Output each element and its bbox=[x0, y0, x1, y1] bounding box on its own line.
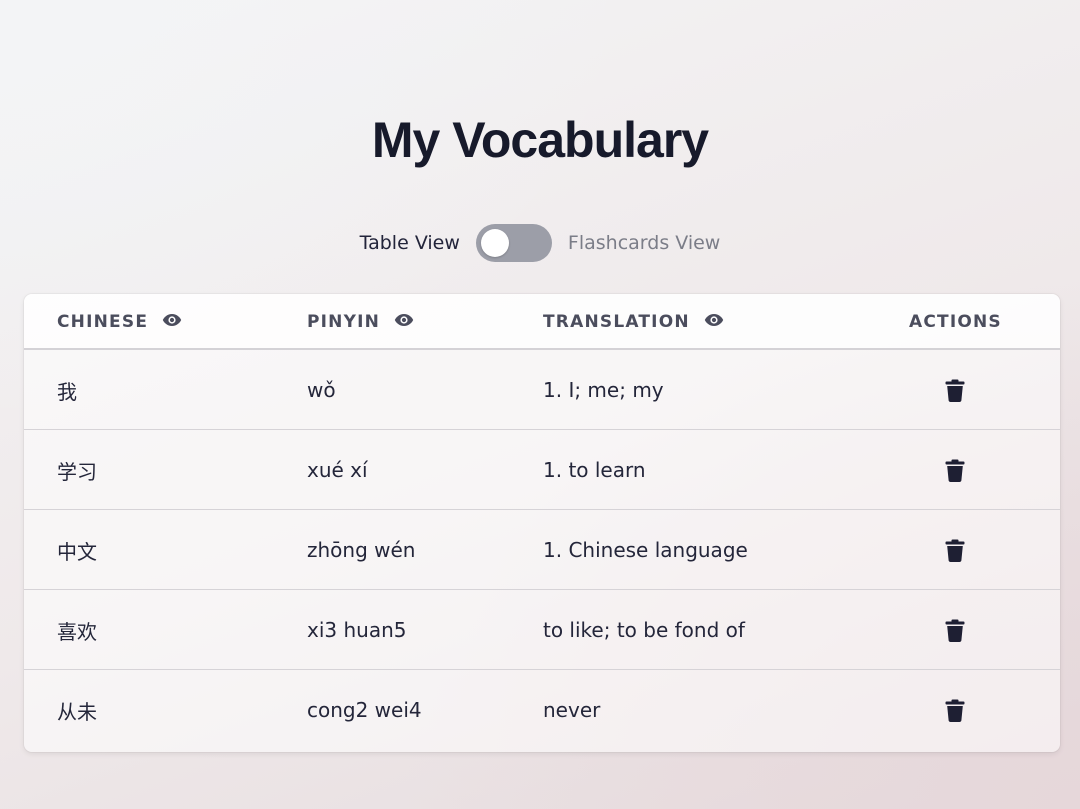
table-view-label[interactable]: Table View bbox=[360, 224, 460, 262]
table-row: 中文 zhōng wén 1. Chinese language bbox=[24, 510, 1060, 590]
pinyin-cell: wǒ bbox=[307, 378, 336, 402]
pinyin-cell: cong2 wei4 bbox=[307, 698, 422, 722]
table-row: 喜欢 xi3 huan5 to like; to be fond of bbox=[24, 590, 1060, 670]
header-pinyin: PINYIN bbox=[307, 294, 414, 350]
actions-cell bbox=[943, 350, 967, 430]
view-switch[interactable] bbox=[475, 224, 552, 262]
actions-cell bbox=[943, 670, 967, 750]
actions-cell bbox=[943, 510, 967, 590]
vocabulary-table: CHINESE PINYIN TRANSLATION ACTIONS 我 wǒ … bbox=[24, 294, 1060, 752]
header-actions-label: ACTIONS bbox=[909, 312, 1002, 332]
eye-icon[interactable] bbox=[162, 313, 182, 327]
table-row: 从未 cong2 wei4 never bbox=[24, 670, 1060, 750]
header-translation: TRANSLATION bbox=[543, 294, 724, 350]
header-chinese: CHINESE bbox=[57, 294, 182, 350]
chinese-cell: 我 bbox=[57, 379, 77, 404]
trash-icon[interactable] bbox=[945, 699, 965, 722]
pinyin-cell: zhōng wén bbox=[307, 538, 416, 562]
header-pinyin-label: PINYIN bbox=[307, 312, 381, 332]
view-toggle: Table View Flashcards View bbox=[0, 224, 1080, 262]
translation-cell: 1. Chinese language bbox=[543, 538, 748, 562]
translation-cell: 1. to learn bbox=[543, 458, 646, 482]
translation-cell: to like; to be fond of bbox=[543, 618, 745, 642]
pinyin-cell: xi3 huan5 bbox=[307, 618, 407, 642]
page-title: My Vocabulary bbox=[371, 112, 709, 168]
eye-icon[interactable] bbox=[394, 313, 414, 327]
header-translation-label: TRANSLATION bbox=[543, 312, 690, 332]
chinese-cell: 中文 bbox=[57, 539, 97, 564]
trash-icon[interactable] bbox=[945, 619, 965, 642]
actions-cell bbox=[943, 430, 967, 510]
trash-icon[interactable] bbox=[945, 459, 965, 482]
chinese-cell: 喜欢 bbox=[57, 619, 97, 644]
chinese-cell: 学习 bbox=[57, 459, 97, 484]
trash-icon[interactable] bbox=[945, 379, 965, 402]
table-body: 我 wǒ 1. I; me; my 学习 xué xí 1. to learn bbox=[24, 350, 1060, 750]
table-row: 学习 xué xí 1. to learn bbox=[24, 430, 1060, 510]
trash-icon[interactable] bbox=[945, 539, 965, 562]
table-header: CHINESE PINYIN TRANSLATION ACTIONS bbox=[24, 294, 1060, 350]
eye-icon[interactable] bbox=[704, 313, 724, 327]
actions-cell bbox=[943, 590, 967, 670]
translation-cell: never bbox=[543, 698, 601, 722]
pinyin-cell: xué xí bbox=[307, 458, 368, 482]
header-actions: ACTIONS bbox=[909, 294, 1002, 350]
flashcards-view-label[interactable]: Flashcards View bbox=[568, 224, 720, 262]
header-chinese-label: CHINESE bbox=[57, 312, 149, 332]
switch-knob bbox=[480, 229, 509, 257]
table-row: 我 wǒ 1. I; me; my bbox=[24, 350, 1060, 430]
translation-cell: 1. I; me; my bbox=[543, 378, 664, 402]
chinese-cell: 从未 bbox=[57, 699, 97, 724]
